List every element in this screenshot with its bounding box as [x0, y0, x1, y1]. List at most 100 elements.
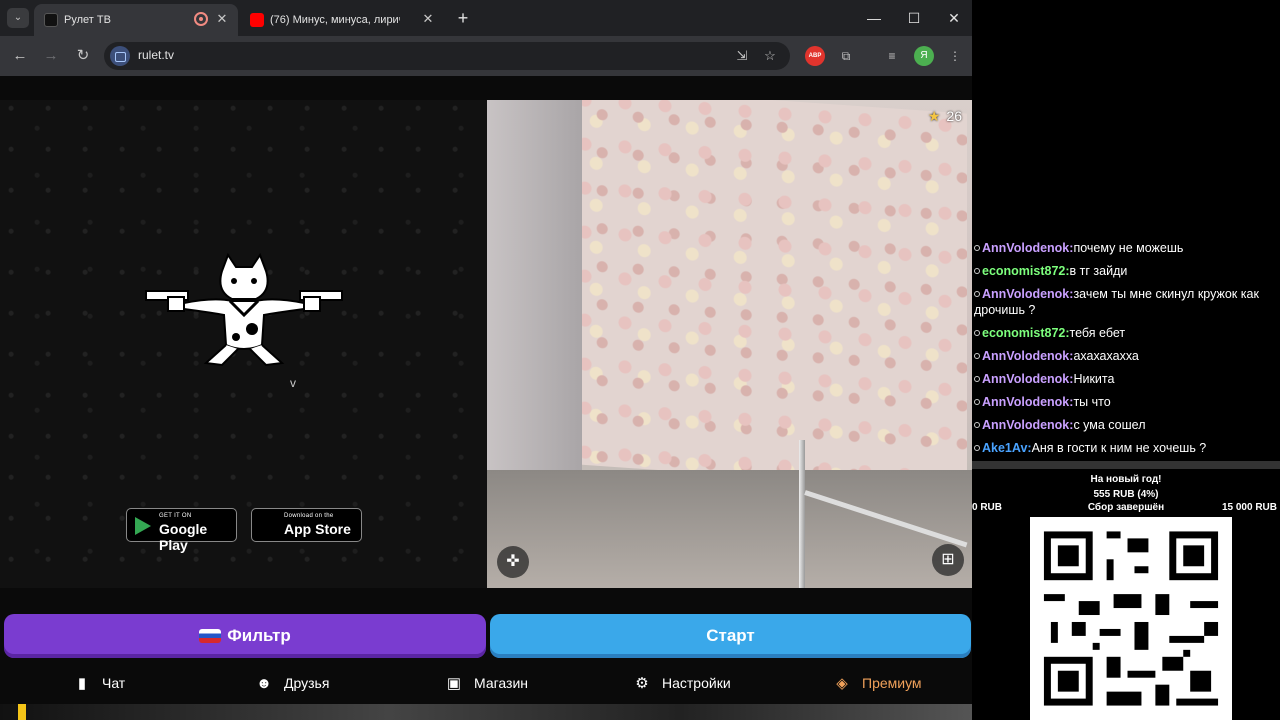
nav-shop[interactable]: ▣ Магазин: [444, 672, 528, 694]
rulet-page: v GET IT ON Google Play Download on the …: [0, 76, 972, 720]
nav-label: Друзья: [284, 675, 330, 691]
video-cabinet: [487, 100, 582, 470]
donation-qr-code: [1030, 517, 1232, 720]
gear-icon: ⚙: [635, 675, 649, 692]
google-play-icon: [135, 517, 151, 535]
donation-amount: 555 RUB (4%): [1093, 489, 1159, 500]
chat-nick: AnnVolodenok:: [982, 418, 1074, 432]
apple-icon: [261, 515, 277, 535]
nav-label: Премиум: [862, 675, 922, 691]
chat-nick: economist872:: [982, 264, 1070, 278]
chat-nick: AnnVolodenok:: [982, 287, 1074, 301]
app-store-label: App Store: [284, 521, 351, 537]
chat-message: AnnVolodenok:почему не можешь: [974, 237, 1278, 260]
chat-message: AnnVolodenok:Никита: [974, 368, 1278, 391]
browser-tab-bar: ⌄ Рулет ТВ ✕ (76) Минус, минуса, лиричес…: [0, 0, 972, 36]
minimize-button[interactable]: —: [862, 7, 886, 29]
nav-label: Настройки: [662, 675, 731, 691]
install-app-icon[interactable]: ⇲: [732, 47, 752, 65]
rulet-favicon: [44, 13, 58, 27]
star-icon: ★: [927, 108, 941, 124]
filter-label: Фильтр: [227, 626, 291, 645]
stream-overlay: AnnVolodenok:почему не можешь economist8…: [972, 0, 1280, 720]
bookmark-star-icon[interactable]: ☆: [760, 47, 780, 65]
back-icon[interactable]: ←: [9, 45, 31, 67]
donation-title: На новый год!: [1090, 474, 1162, 485]
address-bar[interactable]: rulet.tv ⇲ ☆: [104, 42, 790, 70]
google-play-button[interactable]: GET IT ON Google Play: [126, 508, 237, 553]
taskbar-strip: [0, 704, 972, 720]
browser-menu-icon[interactable]: ⋮: [944, 45, 966, 67]
nav-chat[interactable]: ▮ Чат: [72, 672, 125, 694]
google-play-label: Google Play: [159, 521, 208, 553]
bottom-nav: ▮ Чат ☻ Друзья ▣ Магазин ⚙ Настройки ◈ Премиу…: [0, 666, 972, 700]
chat-nick: Ake1Av:: [982, 441, 1032, 455]
chat-text: тебя ебет: [1069, 326, 1126, 340]
chat-text: Никита: [1073, 372, 1115, 386]
forward-icon[interactable]: →: [40, 45, 62, 67]
maximize-button[interactable]: ☐: [902, 7, 926, 29]
close-window-button[interactable]: ✕: [942, 7, 966, 29]
start-label: Старт: [706, 626, 755, 645]
reload-icon[interactable]: ↻: [72, 45, 94, 67]
video-bed-rail: [799, 440, 805, 588]
tab-title: (76) Минус, минуса, лирическ: [270, 14, 400, 26]
gift-icon[interactable]: ⊞: [932, 544, 964, 576]
chat-message: Ake1Av:Аня в гости к ним не хочешь ?: [974, 437, 1278, 460]
adblock-extension-icon[interactable]: ABP: [805, 46, 825, 66]
chat-nick: economist872:: [982, 326, 1070, 340]
profile-avatar[interactable]: Я: [914, 46, 934, 66]
tab-rulet[interactable]: Рулет ТВ ✕: [34, 4, 238, 36]
close-tab-icon[interactable]: ✕: [420, 11, 436, 27]
chat-icon: ▮: [77, 675, 87, 692]
media-controls-icon[interactable]: ≡: [881, 45, 903, 67]
app-store-caption: Download on the: [284, 513, 334, 519]
tag-icon: ◈: [836, 675, 848, 692]
filter-button[interactable]: Фильтр: [4, 614, 486, 658]
chat-text: в тг зайди: [1069, 264, 1128, 278]
chat-text: Аня в гости к ним не хочешь ?: [1031, 441, 1207, 455]
chat-text: почему не можешь: [1073, 241, 1184, 255]
chat-message: AnnVolodenok:с ума сошел: [974, 414, 1278, 437]
video-wallpaper: [577, 100, 967, 492]
video-floor: [487, 470, 972, 588]
tab-title: Рулет ТВ: [64, 14, 111, 26]
new-tab-button[interactable]: +: [452, 7, 474, 29]
chat-nick: AnnVolodenok:: [982, 395, 1074, 409]
extensions-icon[interactable]: ⧉: [835, 45, 857, 67]
tab-youtube[interactable]: (76) Минус, минуса, лирическ ✕: [240, 4, 444, 36]
start-button[interactable]: Старт: [490, 614, 971, 658]
nav-premium[interactable]: ◈ Премиум: [832, 672, 922, 694]
chat-text: ты что: [1073, 395, 1111, 409]
nav-friends[interactable]: ☻ Друзья: [254, 672, 329, 694]
chat-message: AnnVolodenok:зачем ты мне скинул кружок …: [974, 283, 1278, 322]
chat-message: AnnVolodenok:ахахахахха: [974, 345, 1278, 368]
site-info-icon[interactable]: [110, 46, 130, 66]
recording-icon: [194, 12, 208, 26]
chat-nick: AnnVolodenok:: [982, 241, 1074, 255]
chat-message: economist872:тебя ебет: [974, 322, 1278, 345]
own-camera-panel: v GET IT ON Google Play Download on the …: [0, 100, 487, 588]
donation-max: 15 000 RUB: [1221, 502, 1277, 513]
chat-message: AnnVolodenok:ты что: [974, 391, 1278, 414]
chat-message: economist872:в тг зайди: [974, 260, 1278, 283]
url-text: rulet.tv: [138, 48, 175, 62]
nav-label: Чат: [102, 675, 126, 691]
youtube-favicon: [250, 13, 264, 27]
app-store-button[interactable]: Download on the App Store: [251, 508, 362, 542]
nav-settings[interactable]: ⚙ Настройки: [632, 672, 731, 694]
browser-toolbar: ← → ↻ rulet.tv ⇲ ☆ ABP ⧉ ≡ Я ⋮: [0, 36, 972, 76]
chat-text: с ума сошел: [1073, 418, 1146, 432]
google-play-caption: GET IT ON: [159, 513, 192, 519]
close-tab-icon[interactable]: ✕: [214, 11, 230, 27]
shop-icon: ▣: [446, 675, 462, 692]
game-controller-icon[interactable]: ✜: [497, 546, 529, 578]
tab-search-button[interactable]: ⌄: [7, 8, 29, 28]
partner-video: ★ 26 ✜ ⊞: [487, 100, 972, 588]
pew-cat-mascot-icon: [145, 253, 343, 367]
chat-nick: AnnVolodenok:: [982, 372, 1074, 386]
rating-badge: ★ 26: [928, 108, 962, 125]
chevron-down-icon[interactable]: v: [290, 376, 296, 390]
chat-log: AnnVolodenok:почему не можешь economist8…: [974, 237, 1278, 460]
chat-input-bar: [972, 461, 1280, 469]
